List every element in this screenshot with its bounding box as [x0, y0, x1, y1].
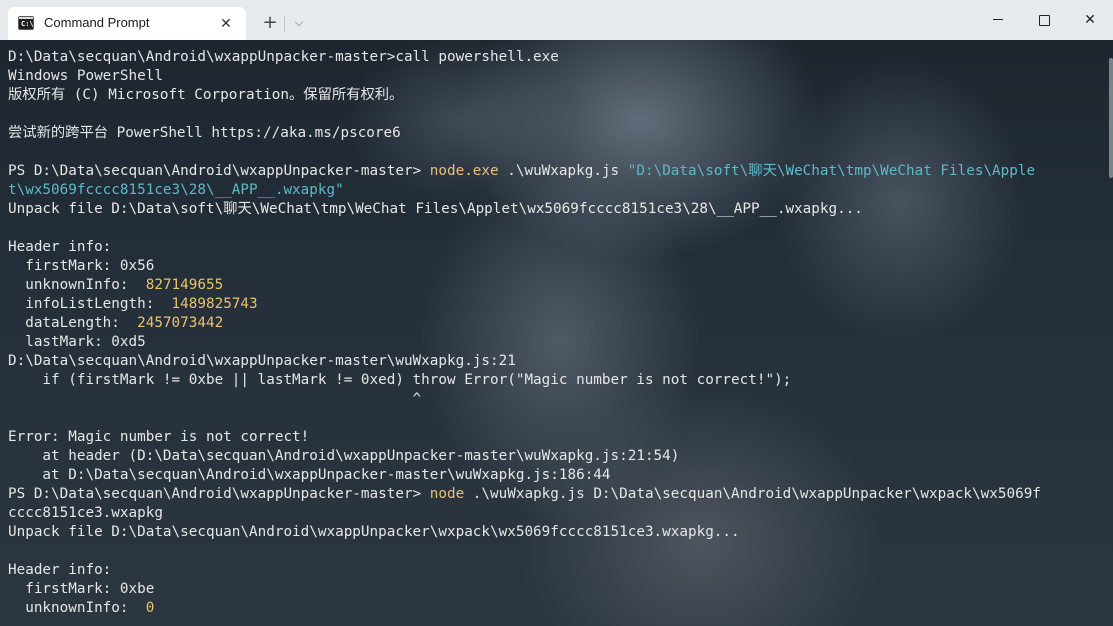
terminal-line: firstMark: 0xbe [8, 580, 1041, 599]
terminal-line: Windows PowerShell [8, 67, 1041, 86]
terminal-window: C:\ Command Prompt ✕ + ⌵ ✕ D:\Data\secqu… [0, 0, 1113, 626]
terminal-text-segment: 尝试新的跨平台 PowerShell https://aka.ms/pscore… [8, 125, 401, 141]
terminal-text-segment: Unpack file D:\Data\soft\聊天\WeChat\tmp\W… [8, 201, 863, 217]
terminal-line: Unpack file D:\Data\soft\聊天\WeChat\tmp\W… [8, 200, 1041, 219]
terminal-text-segment: 827149655 [145, 277, 224, 293]
terminal-line: PS D:\Data\secquan\Android\wxappUnpacker… [8, 485, 1041, 504]
terminal-text-segment: D:\Data\secquan\Android\wxappUnpacker-ma… [8, 49, 559, 65]
terminal-text-segment: infoListLength: [8, 296, 172, 312]
scrollbar[interactable] [1109, 58, 1113, 178]
terminal-text-segment: node [429, 486, 465, 502]
terminal-line: lastMark: 0xd5 [8, 333, 1041, 352]
terminal-text-segment: "D:\Data\soft\聊天\WeChat\tmp\WeChat Files… [627, 163, 1036, 179]
terminal-text-segment: at header (D:\Data\secquan\Android\wxapp… [8, 448, 680, 464]
terminal-line: ^ [8, 390, 1041, 409]
terminal-text-segment: .\wuWxapkg.js [498, 163, 628, 179]
terminal-text-segment: node.exe [429, 163, 499, 179]
terminal-text-segment: Error: Magic number is not correct! [8, 429, 310, 445]
terminal-lines: D:\Data\secquan\Android\wxappUnpacker-ma… [8, 48, 1041, 618]
terminal-text-segment: Header info: [8, 239, 112, 255]
terminal-line: D:\Data\secquan\Android\wxappUnpacker-ma… [8, 352, 1041, 371]
terminal-text-segment: cccc8151ce3.wxapkg [8, 505, 163, 521]
terminal-text-segment: PS D:\Data\secquan\Android\wxappUnpacker… [8, 486, 430, 502]
new-tab-icon[interactable]: + [259, 12, 281, 34]
terminal-text-segment: PS D:\Data\secquan\Android\wxappUnpacker… [8, 163, 430, 179]
terminal-text-segment: D:\Data\secquan\Android\wxappUnpacker-ma… [8, 353, 516, 369]
terminal-text-segment: .\wuWxapkg.js D:\Data\secquan\Android\wx… [464, 486, 1041, 502]
terminal-line: D:\Data\secquan\Android\wxappUnpacker-ma… [8, 48, 1041, 67]
terminal-line: Unpack file D:\Data\secquan\Android\wxap… [8, 523, 1041, 542]
command-prompt-icon: C:\ [18, 16, 34, 30]
terminal-line: dataLength: 2457073442 [8, 314, 1041, 333]
terminal-text-segment: t\wx5069fcccc8151ce3\28\__APP__.wxapkg" [8, 182, 344, 198]
terminal-text-segment: ^ [8, 391, 422, 407]
maximize-button[interactable] [1021, 0, 1067, 40]
terminal-line: if (firstMark != 0xbe || lastMark != 0xe… [8, 371, 1041, 390]
terminal-text-segment: lastMark: 0xd5 [8, 334, 146, 350]
terminal-line: unknownInfo: 0 [8, 599, 1041, 618]
terminal-text-segment: firstMark: 0xbe [8, 581, 155, 597]
terminal-line: firstMark: 0x56 [8, 257, 1041, 276]
terminal-text-segment: Unpack file D:\Data\secquan\Android\wxap… [8, 524, 740, 540]
terminal-text-segment: unknownInfo: [8, 600, 146, 616]
terminal-line: Header info: [8, 238, 1041, 257]
terminal-line: cccc8151ce3.wxapkg [8, 504, 1041, 523]
terminal-line: t\wx5069fcccc8151ce3\28\__APP__.wxapkg" [8, 181, 1041, 200]
terminal-line: 版权所有 (C) Microsoft Corporation。保留所有权利。 [8, 86, 1041, 105]
terminal-line: 尝试新的跨平台 PowerShell https://aka.ms/pscore… [8, 124, 1041, 143]
terminal-text-segment: dataLength: [8, 315, 138, 331]
terminal-line: unknownInfo: 827149655 [8, 276, 1041, 295]
terminal-text-segment: Windows PowerShell [8, 68, 163, 84]
terminal-line: Error: Magic number is not correct! [8, 428, 1041, 447]
terminal-text-segment: 版权所有 (C) Microsoft Corporation。保留所有权利。 [8, 87, 404, 103]
maximize-icon [1039, 15, 1050, 26]
terminal-line: PS D:\Data\secquan\Android\wxappUnpacker… [8, 162, 1041, 181]
tab-command-prompt[interactable]: C:\ Command Prompt ✕ [8, 7, 246, 40]
terminal-line: at D:\Data\secquan\Android\wxappUnpacker… [8, 466, 1041, 485]
terminal-text-segment: 2457073442 [137, 315, 224, 331]
terminal-text-segment: if (firstMark != 0xbe || lastMark != 0xe… [8, 372, 792, 388]
minimize-button[interactable] [975, 0, 1021, 40]
terminal-text-segment: 1489825743 [171, 296, 258, 312]
chevron-down-icon[interactable]: ⌵ [289, 13, 309, 33]
minimize-icon [993, 19, 1003, 20]
terminal-line: infoListLength: 1489825743 [8, 295, 1041, 314]
terminal-text-segment: unknownInfo: [8, 277, 146, 293]
terminal-output-area[interactable]: D:\Data\secquan\Android\wxappUnpacker-ma… [0, 40, 1113, 626]
titlebar-divider [284, 16, 285, 32]
terminal-text-segment: 0 [145, 600, 155, 616]
close-tab-icon[interactable]: ✕ [216, 14, 236, 34]
close-window-icon[interactable]: ✕ [1067, 0, 1113, 40]
terminal-line: Header info: [8, 561, 1041, 580]
title-bar[interactable]: C:\ Command Prompt ✕ + ⌵ ✕ [0, 0, 1113, 40]
terminal-text-segment: firstMark: 0x56 [8, 258, 155, 274]
command-prompt-icon-text: C:\ [21, 20, 34, 28]
terminal-text-segment: at D:\Data\secquan\Android\wxappUnpacker… [8, 467, 611, 483]
terminal-text-segment: Header info: [8, 562, 112, 578]
terminal-line: at header (D:\Data\secquan\Android\wxapp… [8, 447, 1041, 466]
tab-title: Command Prompt [44, 15, 150, 30]
